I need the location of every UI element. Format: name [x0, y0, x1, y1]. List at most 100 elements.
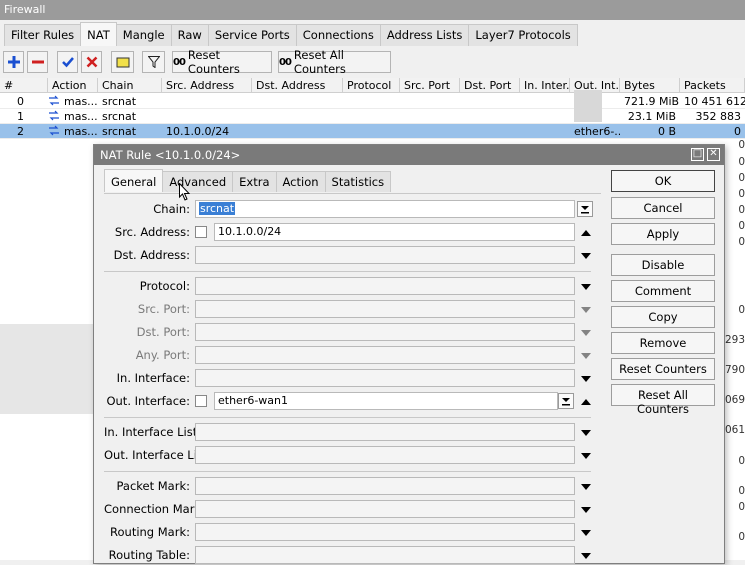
column-packets[interactable]: Packets: [680, 78, 745, 93]
filter-button[interactable]: [142, 51, 165, 73]
out-interface-label: Out. Interface:: [106, 394, 190, 408]
row-src-address: [162, 94, 252, 109]
routing-mark-row: Routing Mark:: [104, 523, 601, 542]
tab-extra[interactable]: Extra: [232, 171, 277, 192]
remove-button[interactable]: [27, 51, 48, 73]
dst-port-label: Dst. Port:: [136, 325, 190, 339]
connection-mark-input[interactable]: [195, 500, 575, 518]
row-number: 1: [17, 110, 24, 123]
routing-table-row: Routing Table:: [104, 546, 601, 565]
column-src-address[interactable]: Src. Address: [162, 78, 252, 93]
disable-button[interactable]: Disable: [611, 254, 715, 276]
column-src-port[interactable]: Src. Port: [400, 78, 460, 93]
remove-button[interactable]: Remove: [611, 332, 715, 354]
reset-counters-button[interactable]: 00 Reset Counters: [172, 48, 272, 76]
src-address-input[interactable]: 10.1.0.0/24: [214, 223, 575, 241]
connection-mark-row: Connection Mark:: [104, 500, 601, 519]
tab-layer7-protocols[interactable]: Layer7 Protocols: [468, 24, 578, 46]
chain-dropdown-button[interactable]: [577, 201, 593, 217]
expand-arrow-icon[interactable]: [580, 373, 592, 385]
comment-button[interactable]: Comment: [611, 280, 715, 302]
tab-address-lists[interactable]: Address Lists: [379, 24, 470, 46]
maximize-icon[interactable]: □: [691, 148, 704, 161]
comment-button[interactable]: [111, 51, 134, 73]
column-in-interface[interactable]: In. Inter...: [520, 78, 570, 93]
row-packets: 0: [734, 125, 741, 138]
out-interface-list-input[interactable]: [195, 446, 575, 464]
packet-mark-input[interactable]: [195, 477, 575, 495]
out-interface-select[interactable]: ether6-wan1: [214, 392, 558, 410]
expand-arrow-icon[interactable]: [580, 481, 592, 493]
expand-arrow-icon[interactable]: [580, 527, 592, 539]
packets-value: 0: [738, 156, 745, 168]
dst-port-input[interactable]: [195, 323, 575, 341]
protocol-input[interactable]: [195, 277, 575, 295]
tab-raw[interactable]: Raw: [170, 24, 209, 46]
routing-table-input[interactable]: [195, 546, 575, 564]
packets-value: 061: [725, 424, 745, 436]
firewall-tabs: Filter Rules NAT Mangle Raw Service Port…: [4, 22, 578, 47]
expand-arrow-icon: [581, 307, 591, 313]
tab-service-ports[interactable]: Service Ports: [207, 24, 297, 46]
in-interface-row: In. Interface:: [104, 369, 601, 388]
tab-advanced[interactable]: Advanced: [162, 171, 234, 192]
column-dst-address[interactable]: Dst. Address: [252, 78, 343, 93]
collapse-arrow-icon[interactable]: [580, 396, 592, 408]
in-interface-input[interactable]: [195, 369, 575, 387]
packet-mark-label: Packet Mark:: [116, 479, 190, 493]
cancel-button[interactable]: Cancel: [611, 197, 715, 219]
protocol-label: Protocol:: [139, 279, 190, 293]
collapse-arrow-icon[interactable]: [580, 227, 592, 239]
table-row[interactable]: 1 mas... srcnat 23.1 MiB 352 883: [0, 109, 745, 124]
column-number[interactable]: #: [0, 78, 48, 93]
out-interface-dropdown-button[interactable]: [558, 393, 574, 409]
packets-value: 069: [725, 394, 745, 406]
tab-general[interactable]: General: [104, 169, 164, 192]
tab-action[interactable]: Action: [275, 171, 326, 192]
disable-button[interactable]: [81, 51, 102, 73]
column-bytes[interactable]: Bytes: [620, 78, 680, 93]
packets-value: 790: [725, 364, 745, 376]
expand-arrow-icon[interactable]: [580, 250, 592, 262]
src-address-negate-checkbox[interactable]: [195, 226, 207, 238]
tab-filter-rules[interactable]: Filter Rules: [4, 24, 82, 46]
tab-nat[interactable]: NAT: [80, 22, 117, 46]
src-address-row: Src. Address: 10.1.0.0/24: [104, 223, 601, 242]
add-button[interactable]: [3, 51, 24, 73]
src-port-input[interactable]: [195, 300, 575, 318]
src-port-row: Src. Port:: [104, 300, 601, 319]
packets-value: 0: [738, 455, 745, 467]
row-action: mas...: [64, 110, 98, 123]
expand-arrow-icon[interactable]: [580, 450, 592, 462]
column-dst-port[interactable]: Dst. Port: [460, 78, 520, 93]
in-interface-list-input[interactable]: [195, 423, 575, 441]
column-action[interactable]: Action: [48, 78, 98, 93]
chain-select[interactable]: srcnat: [195, 200, 575, 218]
any-port-input[interactable]: [195, 346, 575, 364]
table-row-selected[interactable]: 2 mas... srcnat 10.1.0.0/24 ether6-... 0…: [0, 124, 745, 139]
copy-button[interactable]: Copy: [611, 306, 715, 328]
out-interface-negate-checkbox[interactable]: [195, 395, 207, 407]
column-chain[interactable]: Chain: [98, 78, 162, 93]
reset-counters-button[interactable]: Reset Counters: [611, 358, 715, 380]
expand-arrow-icon[interactable]: [580, 427, 592, 439]
tab-statistics[interactable]: Statistics: [324, 171, 392, 192]
column-protocol[interactable]: Protocol: [343, 78, 400, 93]
dialog-title: NAT Rule <10.1.0.0/24>: [94, 145, 724, 165]
close-icon[interactable]: ✕: [707, 148, 720, 161]
tab-mangle[interactable]: Mangle: [115, 24, 172, 46]
enable-button[interactable]: [57, 51, 78, 73]
expand-arrow-icon[interactable]: [580, 504, 592, 516]
table-row[interactable]: 0 mas... srcnat 721.9 MiB 10 451 612: [0, 94, 745, 109]
apply-button[interactable]: Apply: [611, 223, 715, 245]
reset-all-counters-button[interactable]: Reset All Counters: [611, 384, 715, 416]
reset-all-counters-button[interactable]: 00 Reset All Counters: [278, 48, 391, 76]
dst-address-input[interactable]: [195, 246, 575, 264]
expand-arrow-icon[interactable]: [580, 550, 592, 562]
routing-mark-input[interactable]: [195, 523, 575, 541]
reset-counters-label: Reset Counters: [187, 48, 240, 76]
expand-arrow-icon[interactable]: [580, 281, 592, 293]
connection-mark-label: Connection Mark:: [104, 502, 205, 516]
tab-connections[interactable]: Connections: [295, 24, 381, 46]
ok-button[interactable]: OK: [611, 170, 715, 192]
